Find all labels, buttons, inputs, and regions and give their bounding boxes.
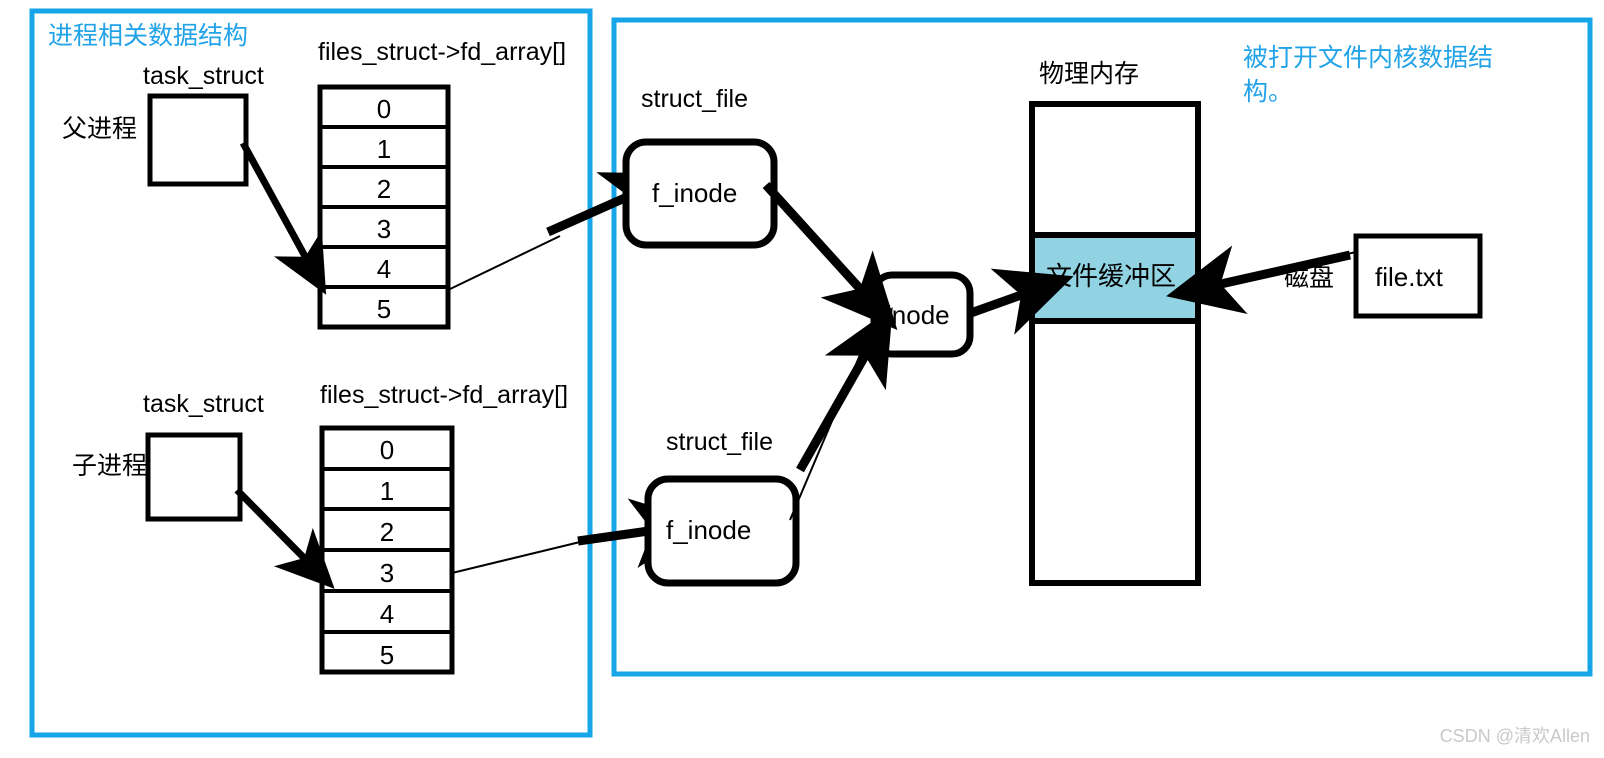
- parent-task-struct-box: [147, 93, 249, 187]
- child-task-struct-label: task_struct: [143, 390, 264, 418]
- child-fd-cell-4[interactable]: 4: [322, 599, 452, 630]
- child-fd-cell-2[interactable]: 2: [322, 517, 452, 548]
- file-buffer-label: 文件缓冲区: [1046, 261, 1177, 291]
- leader-top-finode: [767, 185, 869, 301]
- leader-bottom-finode: [789, 335, 869, 521]
- parent-process-label: 父进程: [62, 115, 138, 143]
- parent-fd-array-label: files_struct->fd_array[]: [318, 38, 567, 66]
- process-panel-title: 进程相关数据结构: [48, 22, 249, 50]
- physical-memory-column: [1029, 101, 1201, 586]
- arrow-inode-to-buffer: [966, 268, 1074, 335]
- kernel-panel-border: [611, 17, 1593, 677]
- parent-fd-cell-2[interactable]: 2: [320, 174, 448, 205]
- parent-fd-cell-0[interactable]: 0: [320, 94, 448, 125]
- diagram-vector-layer: [29, 8, 1593, 738]
- struct-file-top-field: f_inode: [652, 178, 738, 208]
- connector-fd4-to-struct-file: [447, 235, 561, 291]
- csdn-watermark: CSDN @清欢Allen: [1439, 726, 1590, 746]
- parent-task-struct-label: task_struct: [143, 62, 264, 90]
- arrow-to-struct-file-top: [546, 172, 680, 237]
- parent-fd-cell-5[interactable]: 5: [320, 294, 448, 325]
- arrow-finode-top-to-inode: [762, 181, 898, 331]
- child-fd-cell-3[interactable]: 3: [322, 558, 452, 589]
- child-fd-array-label: files_struct->fd_array[]: [320, 381, 569, 409]
- file-txt-label: file.txt: [1375, 262, 1443, 292]
- arrow-parent-to-fd4: [239, 141, 327, 295]
- arrow-child-to-fd3: [234, 487, 335, 589]
- child-task-struct-box: [145, 432, 243, 522]
- child-fd-cell-1[interactable]: 1: [322, 476, 452, 507]
- arrow-to-struct-file-bottom: [577, 498, 708, 569]
- kernel-panel-title: 被打开文件内核数据结构。: [1243, 44, 1494, 106]
- struct-file-bottom-field: f_inode: [666, 515, 752, 545]
- parent-fd-cell-3[interactable]: 3: [320, 214, 448, 245]
- disk-label: 磁盘: [1284, 264, 1335, 292]
- parent-fd-cell-1[interactable]: 1: [320, 134, 448, 165]
- child-process-label: 子进程: [72, 452, 148, 480]
- physical-memory-caption: 物理内存: [1039, 60, 1140, 88]
- parent-fd-cell-4[interactable]: 4: [320, 254, 448, 285]
- child-fd-cell-5[interactable]: 5: [322, 640, 452, 671]
- inode-label: inode: [886, 300, 950, 330]
- connector-fd3-to-struct-file: [451, 541, 581, 574]
- struct-file-bottom-caption: struct_file: [666, 428, 773, 456]
- child-fd-cell-0[interactable]: 0: [322, 435, 452, 466]
- struct-file-top-caption: struct_file: [641, 85, 748, 113]
- arrow-finode-bottom-to-inode: [796, 307, 893, 473]
- diagram-canvas: 进程相关数据结构 被打开文件内核数据结构。 父进程 task_struct fi…: [0, 0, 1604, 758]
